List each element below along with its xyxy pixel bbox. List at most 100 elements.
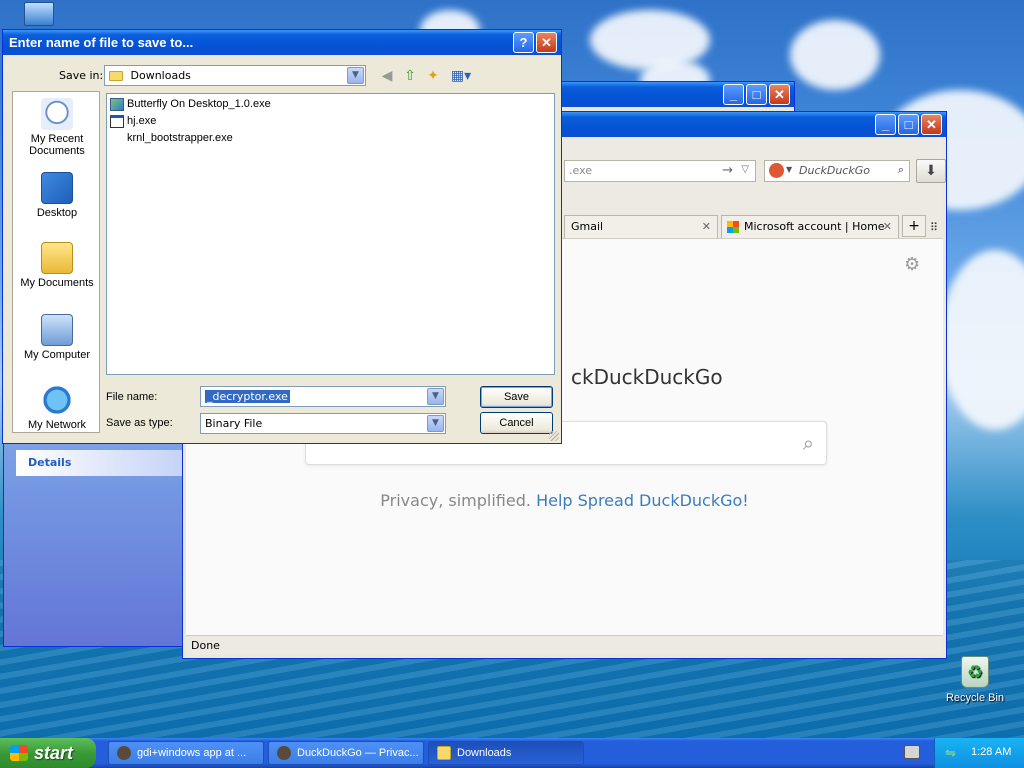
save-as-type-dropdown[interactable]: Binary File ▼: [200, 413, 446, 434]
keyboard-tray-icon[interactable]: [904, 745, 920, 759]
save-in-dropdown[interactable]: Downloads ▼: [104, 65, 366, 86]
resize-grip[interactable]: [549, 431, 559, 441]
save-dialog: Enter name of file to save to... ? ✕ Sav…: [2, 29, 562, 444]
taskbar-item[interactable]: DuckDuckGo — Privac...: [268, 741, 424, 765]
status-text: Done: [191, 639, 220, 652]
dialog-title: Enter name of file to save to...: [9, 35, 194, 50]
folder-icon: [437, 746, 451, 760]
file-name-value: _decryptor.exe: [205, 390, 290, 403]
folder-icon: [109, 71, 123, 81]
chevron-down-icon[interactable]: ▼: [347, 67, 364, 84]
place-label: My Documents: [20, 277, 94, 289]
place-label: My Network: [27, 419, 87, 431]
tab-gmail[interactable]: Gmail ✕: [564, 215, 718, 238]
close-button[interactable]: ✕: [921, 114, 942, 135]
file-item[interactable]: krnl_bootstrapper.exe: [110, 130, 233, 146]
tab-close-icon[interactable]: ✕: [883, 220, 892, 233]
clock[interactable]: 1:28 AM: [971, 746, 1011, 758]
taskbar-item[interactable]: Downloads: [428, 741, 584, 765]
status-bar: Done: [186, 635, 943, 655]
recycle-bin-label: Recycle Bin: [945, 692, 1005, 704]
back-icon[interactable]: ◀: [378, 67, 396, 85]
details-section-header[interactable]: Details: [16, 450, 182, 476]
url-bar[interactable]: .exe → ▽: [564, 160, 756, 182]
my-computer-desktop-icon[interactable]: [24, 2, 54, 26]
search-icon[interactable]: ⌕: [898, 163, 904, 177]
tagline-text: Privacy, simplified.: [380, 491, 531, 510]
tab-close-icon[interactable]: ✕: [702, 220, 711, 233]
windows-flag-icon: [10, 745, 28, 761]
app-icon: [117, 746, 131, 760]
download-arrow-icon: ⬇: [925, 163, 937, 179]
close-button[interactable]: ✕: [536, 32, 557, 53]
minimize-button[interactable]: _: [875, 114, 896, 135]
save-in-value: Downloads: [130, 69, 191, 82]
blank-file-icon: [110, 132, 124, 145]
recycle-bin-desktop-icon[interactable]: ♻ Recycle Bin: [940, 656, 1010, 704]
places-bar: My Recent Documents Desktop My Documents…: [12, 91, 100, 433]
new-tab-button[interactable]: +: [902, 215, 926, 237]
search-icon[interactable]: ⌕: [803, 431, 814, 455]
microsoft-logo-icon: [727, 221, 739, 233]
up-folder-icon[interactable]: ⇧: [401, 67, 419, 85]
maximize-button[interactable]: □: [898, 114, 919, 135]
url-text: .exe: [569, 164, 593, 177]
cancel-button[interactable]: Cancel: [480, 412, 553, 434]
duckduckgo-icon: [769, 163, 784, 178]
file-item[interactable]: hj.exe: [110, 113, 156, 129]
downloads-button[interactable]: ⬇: [916, 159, 946, 183]
chevron-down-icon[interactable]: ▼: [786, 165, 792, 174]
maximize-button[interactable]: □: [746, 84, 767, 105]
place-label: My Recent Documents: [29, 133, 85, 157]
tab-microsoft-account[interactable]: Microsoft account | Home ✕: [721, 215, 899, 238]
system-tray: ⇋ 1:28 AM: [934, 738, 1024, 768]
place-label: Desktop: [36, 207, 78, 219]
file-list[interactable]: Butterfly On Desktop_1.0.exe hj.exe krnl…: [106, 93, 555, 375]
minimize-button[interactable]: _: [723, 84, 744, 105]
ddg-brand-text: ckDuckDuckGo: [571, 365, 723, 389]
recent-documents-icon: [41, 98, 73, 130]
tab-label: Microsoft account | Home: [744, 220, 885, 233]
start-button[interactable]: start: [0, 738, 96, 768]
dialog-titlebar[interactable]: Enter name of file to save to... ? ✕: [3, 30, 561, 55]
place-my-computer[interactable]: My Computer: [13, 314, 101, 361]
taskbar-item-label: gdi+windows app at ...: [137, 747, 247, 759]
chevron-down-icon[interactable]: ▼: [427, 415, 444, 432]
my-documents-icon: [41, 242, 73, 274]
taskbar-item[interactable]: gdi+windows app at ...: [108, 741, 264, 765]
tab-list-icon[interactable]: ⠿: [930, 221, 938, 234]
start-label: start: [34, 742, 74, 763]
cloud: [790, 20, 880, 90]
cloud: [940, 250, 1024, 430]
search-placeholder: DuckDuckGo: [799, 164, 870, 177]
ddg-tagline: Privacy, simplified. Help Spread DuckDuc…: [186, 491, 943, 510]
taskbar-item-label: Downloads: [457, 747, 512, 759]
view-menu-icon[interactable]: ▦▾: [449, 67, 473, 85]
chevron-down-icon[interactable]: ▽: [741, 164, 749, 175]
file-name: Butterfly On Desktop_1.0.exe: [127, 98, 271, 110]
save-button[interactable]: Save: [480, 386, 553, 408]
place-my-documents[interactable]: My Documents: [13, 242, 101, 289]
place-desktop[interactable]: Desktop: [13, 172, 101, 219]
file-name-input[interactable]: _decryptor.exe ▼: [200, 386, 446, 407]
new-folder-icon[interactable]: ✦: [424, 67, 442, 85]
tab-label: Gmail: [571, 220, 604, 233]
cloud: [590, 10, 710, 70]
save-as-type-value: Binary File: [205, 417, 263, 430]
close-button[interactable]: ✕: [769, 84, 790, 105]
help-button[interactable]: ?: [513, 32, 534, 53]
my-network-icon: [41, 384, 73, 416]
search-bar[interactable]: ▼ DuckDuckGo ⌕: [764, 160, 910, 182]
network-tray-icon[interactable]: ⇋: [945, 745, 956, 761]
go-arrow-icon[interactable]: →: [722, 163, 733, 178]
app-icon: [277, 746, 291, 760]
place-my-network[interactable]: My Network: [13, 384, 101, 431]
installer-icon: [110, 97, 124, 111]
place-my-recent-documents[interactable]: My Recent Documents: [13, 98, 101, 157]
file-name: hj.exe: [127, 115, 157, 127]
taskbar-item-label: DuckDuckGo — Privac...: [297, 747, 419, 759]
help-spread-link[interactable]: Help Spread DuckDuckGo!: [536, 491, 749, 510]
gear-icon[interactable]: ⚙: [904, 254, 920, 275]
file-item[interactable]: Butterfly On Desktop_1.0.exe: [110, 96, 271, 112]
chevron-down-icon[interactable]: ▼: [427, 388, 444, 405]
